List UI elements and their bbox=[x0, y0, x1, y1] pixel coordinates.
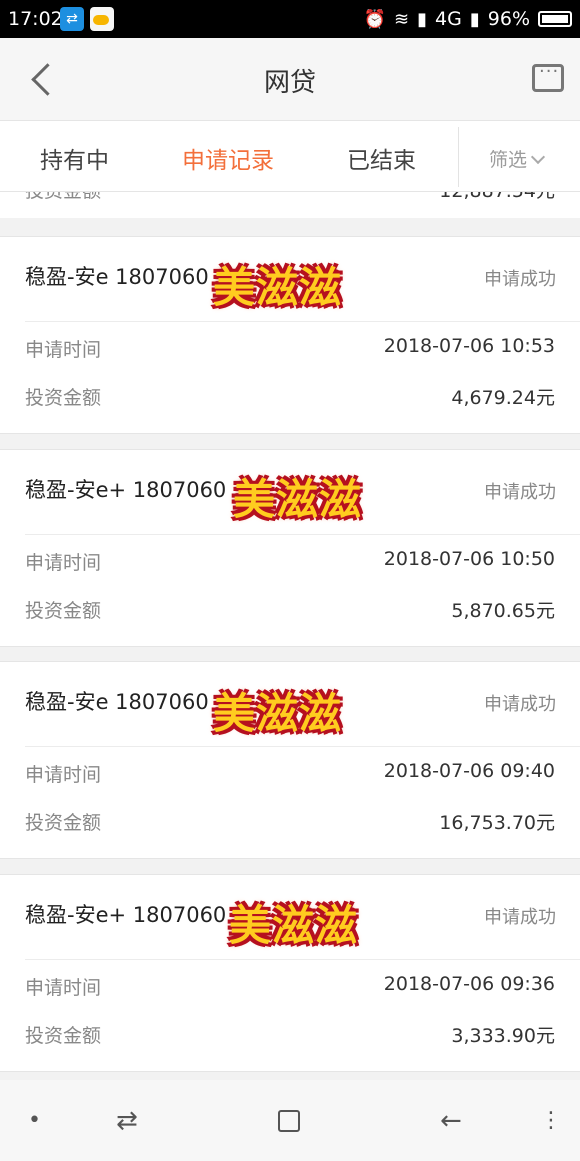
amount-label: 投资金额 bbox=[25, 600, 102, 622]
status-text: 申请成功 bbox=[484, 694, 556, 715]
sticker-overlay: 美滋滋 bbox=[233, 475, 363, 524]
product-name: 稳盈-安e 1807060 bbox=[25, 265, 209, 289]
record-list[interactable]: 投资金额 12,887.54元 稳盈-安e 1807060 申请成功 申请时间 … bbox=[0, 192, 580, 1080]
system-nav-bar: • ⇄ ← ⋮ bbox=[0, 1080, 580, 1161]
time-label: 申请时间 bbox=[25, 764, 102, 786]
time-value: 2018-07-06 10:50 bbox=[383, 548, 555, 570]
amount-label: 投资金额 bbox=[25, 1025, 102, 1047]
tab-apply-records[interactable]: 申请记录 bbox=[182, 141, 274, 175]
tab-bar: 持有中 申请记录 已结束 筛选 bbox=[0, 120, 580, 192]
home-icon[interactable] bbox=[278, 1110, 300, 1132]
divider bbox=[25, 959, 580, 960]
battery-percent: 96% bbox=[487, 8, 530, 30]
amount-value: 4,679.24元 bbox=[451, 387, 555, 409]
tab-holding[interactable]: 持有中 bbox=[40, 141, 109, 175]
page-title: 网贷 bbox=[263, 68, 316, 98]
status-text: 申请成功 bbox=[484, 269, 556, 290]
amount-value: 16,753.70元 bbox=[439, 812, 555, 834]
status-time: 17:02 bbox=[8, 8, 63, 30]
weather-app-icon bbox=[90, 7, 114, 31]
time-value: 2018-07-06 09:40 bbox=[383, 760, 555, 782]
time-label: 申请时间 bbox=[25, 552, 102, 574]
alarm-icon: ⏰ bbox=[363, 8, 387, 30]
chevron-down-icon bbox=[530, 149, 546, 165]
sticker-overlay: 美滋滋 bbox=[229, 901, 359, 950]
back-icon[interactable]: ← bbox=[440, 1106, 462, 1136]
time-value: 2018-07-06 09:36 bbox=[383, 973, 555, 995]
divider bbox=[25, 321, 580, 322]
wifi-icon: ≋ bbox=[394, 8, 410, 30]
filter-button[interactable]: 筛选 bbox=[489, 145, 546, 172]
message-icon[interactable] bbox=[532, 61, 564, 92]
tab-finished[interactable]: 已结束 bbox=[347, 141, 416, 175]
status-text: 申请成功 bbox=[484, 907, 556, 928]
partial-record-row: 投资金额 12,887.54元 bbox=[0, 192, 580, 218]
status-bar: 17:02 ⇄ ⏰ ≋ ▮ 4G ▮ 96% bbox=[0, 0, 580, 38]
amount-label: 投资金额 bbox=[25, 812, 102, 834]
time-value: 2018-07-06 10:53 bbox=[383, 335, 555, 357]
tab-divider bbox=[458, 127, 459, 187]
product-name: 稳盈-安e+ 1807060 bbox=[25, 903, 227, 927]
amount-value: 3,333.90元 bbox=[451, 1025, 555, 1047]
divider bbox=[25, 746, 580, 747]
switch-app-icon[interactable]: ⇄ bbox=[116, 1106, 138, 1136]
app-header: 网贷 bbox=[0, 38, 580, 120]
amount-value: 5,870.65元 bbox=[451, 600, 555, 622]
sticker-overlay: 美滋滋 bbox=[213, 263, 343, 312]
divider bbox=[25, 534, 580, 535]
product-name: 稳盈-安e+ 1807060 bbox=[25, 478, 227, 502]
network-type: 4G bbox=[435, 8, 462, 30]
dot-icon[interactable]: • bbox=[28, 1108, 41, 1133]
amount-label: 投资金额 bbox=[25, 387, 102, 409]
sticker-overlay: 美滋滋 bbox=[213, 689, 343, 738]
amount-label: 投资金额 bbox=[25, 192, 101, 203]
filter-label: 筛选 bbox=[489, 149, 528, 171]
status-text: 申请成功 bbox=[484, 482, 556, 503]
product-name: 稳盈-安e 1807060 bbox=[25, 690, 209, 714]
battery-icon bbox=[538, 11, 572, 27]
time-label: 申请时间 bbox=[25, 339, 102, 361]
amount-value: 12,887.54元 bbox=[439, 192, 555, 203]
signal-icon-2: ▮ bbox=[469, 8, 480, 30]
menu-icon[interactable]: ⋮ bbox=[540, 1108, 562, 1133]
signal-icon: ▮ bbox=[417, 8, 428, 30]
time-label: 申请时间 bbox=[25, 977, 102, 999]
bank-app-icon: ⇄ bbox=[60, 7, 84, 31]
